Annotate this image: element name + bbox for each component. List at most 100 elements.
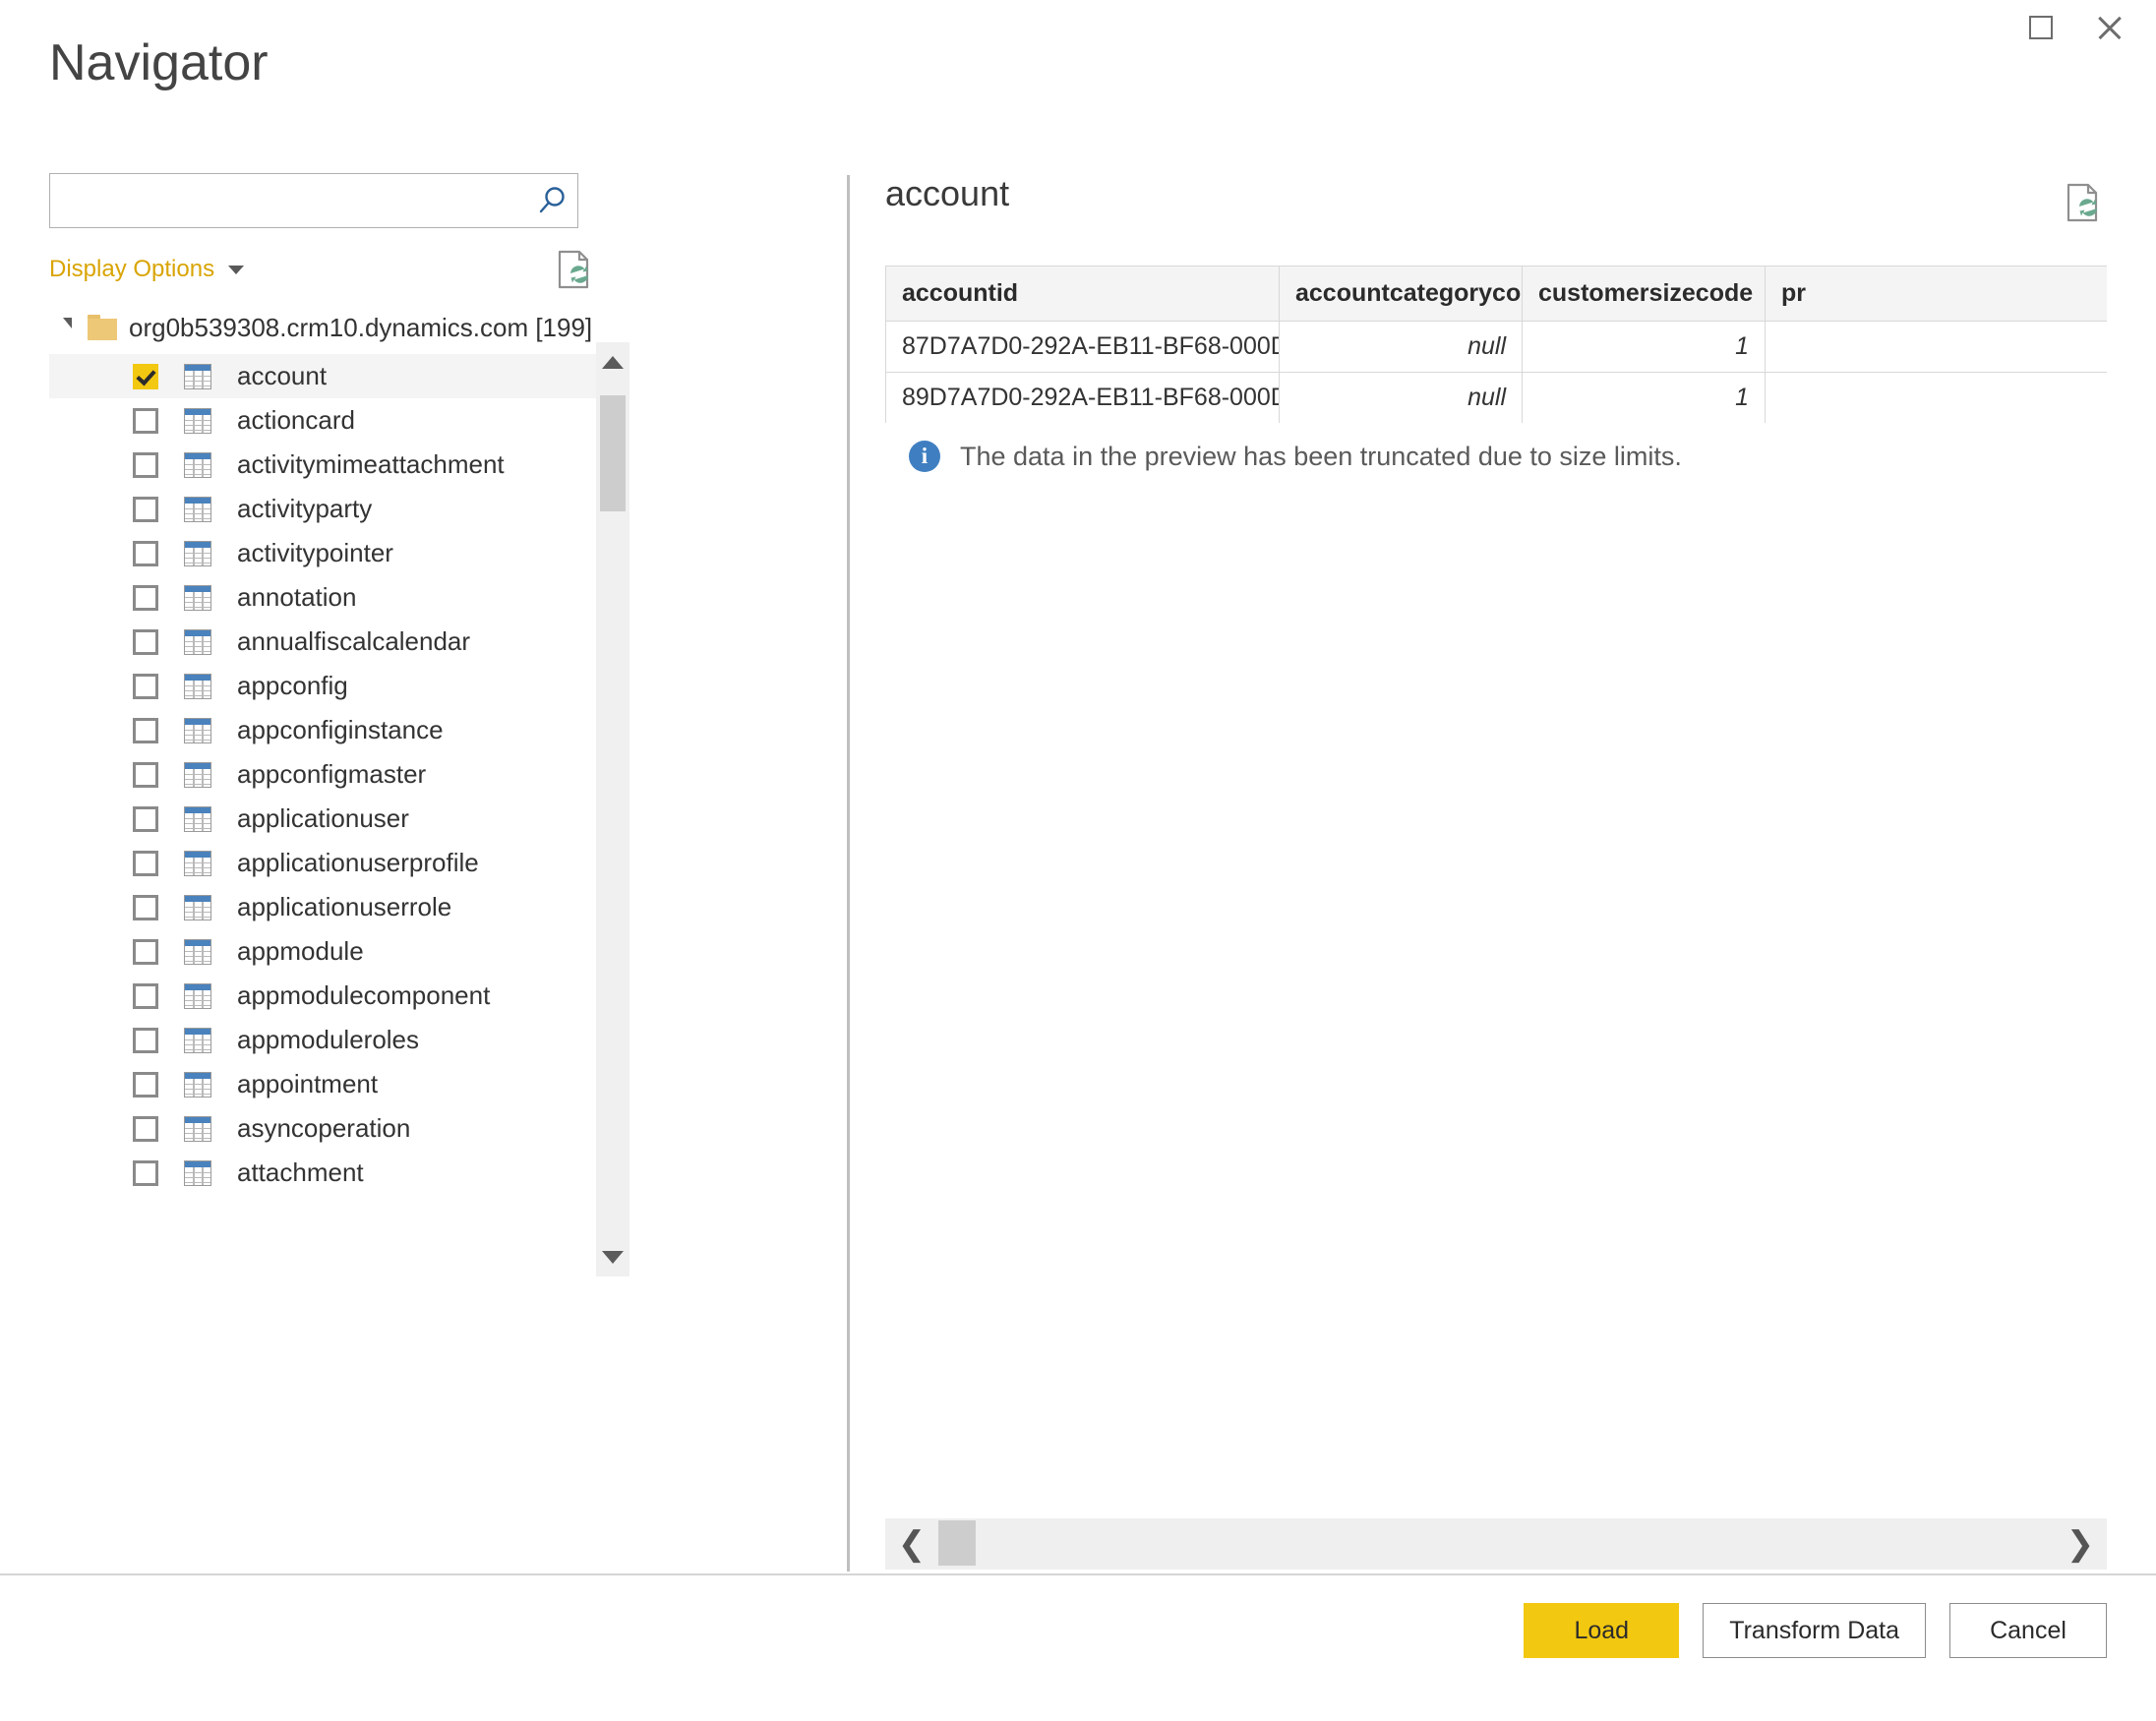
tree-item-label: activitymimeattachment [237,449,505,479]
preview-pane: account accountidaccountcategorycodecust… [885,173,2107,1570]
transform-data-button[interactable]: Transform Data [1703,1603,1926,1658]
table-cell: 1 [1522,372,1766,423]
table-body: 87D7A7D0-292A-EB11-BF68-000D3AFC74D7null… [885,321,2107,423]
search-input[interactable] [50,174,526,227]
cancel-button[interactable]: Cancel [1949,1603,2107,1658]
tree-item-applicationuser[interactable]: applicationuser [49,797,600,841]
table-icon [184,938,211,965]
hscroll-track[interactable] [938,1518,2054,1570]
document-refresh-icon[interactable] [2060,179,2107,226]
column-header-accountid[interactable]: accountid [885,266,1280,322]
checkbox-applicationuser[interactable] [133,805,158,832]
tree-item-appconfig[interactable]: appconfig [49,664,600,708]
table-cell: 89D7A7D0-292A-EB11-BF68-000D3AFC74D7 [885,372,1280,423]
tree-item-label: applicationuser [237,803,409,833]
checkbox-appmoduleroles[interactable] [133,1027,158,1053]
table-header-row: accountidaccountcategorycodecustomersize… [885,266,2107,322]
scroll-up-button[interactable] [596,342,629,382]
expand-collapse-triangle-icon[interactable] [63,318,72,337]
column-header-accountcategorycode[interactable]: accountcategorycode [1279,266,1523,322]
table-cell: null [1279,321,1523,373]
tree-item-label: appmodulecomponent [237,980,491,1010]
search-icon[interactable] [526,174,577,227]
document-refresh-icon[interactable] [551,246,598,293]
tree-item-label: appmodule [237,936,364,966]
tree-item-annualfiscalcalendar[interactable]: annualfiscalcalendar [49,620,600,664]
table-icon [184,1027,211,1053]
table-icon [184,982,211,1009]
tree-item-appointment[interactable]: appointment [49,1062,600,1106]
restore-window-button[interactable] [2008,0,2073,55]
tree-item-annotation[interactable]: annotation [49,575,600,620]
checkbox-applicationuserprofile[interactable] [133,850,158,876]
table-row: 87D7A7D0-292A-EB11-BF68-000D3AFC74D7null… [885,321,2107,373]
table-row: 89D7A7D0-292A-EB11-BF68-000D3AFC74D7null… [885,372,2107,423]
tree-item-list: account actioncard activitymimeattachment a… [49,354,600,1195]
preview-horizontal-scrollbar[interactable]: ❮ ❯ [885,1518,2107,1570]
page-title: Navigator [49,34,269,91]
checkbox-account[interactable] [133,363,158,389]
tree-item-applicationuserprofile[interactable]: applicationuserprofile [49,841,600,885]
checkbox-actioncard[interactable] [133,407,158,434]
tree-item-appmodulecomponent[interactable]: appmodulecomponent [49,974,600,1018]
checkbox-attachment[interactable] [133,1159,158,1186]
table-icon [184,717,211,743]
info-message: The data in the preview has been truncat… [960,441,1682,471]
checkbox-appconfiginstance[interactable] [133,717,158,743]
tree-item-appconfigmaster[interactable]: appconfigmaster [49,752,600,797]
chevron-down-icon [602,1250,624,1264]
checkbox-applicationuserrole[interactable] [133,894,158,920]
table-icon [184,363,211,389]
checkbox-annualfiscalcalendar[interactable] [133,628,158,655]
checkbox-appconfigmaster[interactable] [133,761,158,788]
column-header-pr[interactable]: pr [1765,266,2107,322]
tree-root-node[interactable]: org0b539308.crm10.dynamics.com [199] [49,301,600,354]
checkbox-appointment[interactable] [133,1071,158,1098]
tree-item-actioncard[interactable]: actioncard [49,398,600,443]
checkbox-activitypointer[interactable] [133,540,158,566]
tree-item-label: activityparty [237,494,373,523]
chevron-up-icon [602,355,624,369]
scroll-right-button[interactable]: ❯ [2054,1518,2107,1570]
scroll-down-button[interactable] [596,1237,629,1276]
pane-divider [847,175,850,1572]
tree-item-label: appconfiginstance [237,715,444,744]
tree-item-attachment[interactable]: attachment [49,1151,600,1195]
tree-item-appmodule[interactable]: appmodule [49,929,600,974]
table-cell [1765,321,2107,373]
tree-item-label: actioncard [237,405,355,435]
table-cell: null [1279,372,1523,423]
close-window-button[interactable] [2077,0,2142,55]
tree-item-label: annotation [237,582,357,612]
hscroll-thumb[interactable] [938,1520,976,1566]
checkbox-appmodulecomponent[interactable] [133,982,158,1009]
checkbox-appmodule[interactable] [133,938,158,965]
tree-item-asyncoperation[interactable]: asyncoperation [49,1106,600,1151]
tree-item-appmoduleroles[interactable]: appmoduleroles [49,1018,600,1062]
tree-item-label: appmoduleroles [237,1025,420,1054]
tree-item-label: applicationuserprofile [237,848,479,877]
table-icon [184,894,211,920]
tree-item-appconfiginstance[interactable]: appconfiginstance [49,708,600,752]
table-cell [1765,372,2107,423]
checkbox-appconfig[interactable] [133,673,158,699]
tree-item-account[interactable]: account [49,354,600,398]
display-options-button[interactable]: Display Options [49,256,245,283]
checkbox-activityparty[interactable] [133,496,158,522]
table-icon [184,1115,211,1142]
tree-item-applicationuserrole[interactable]: applicationuserrole [49,885,600,929]
table-icon [184,805,211,832]
scroll-left-button[interactable]: ❮ [885,1518,938,1570]
checkbox-annotation[interactable] [133,584,158,611]
tree-vertical-scrollbar[interactable] [596,342,629,1276]
tree-item-activityparty[interactable]: activityparty [49,487,600,531]
search-box[interactable] [49,173,578,228]
tree-item-activitymimeattachment[interactable]: activitymimeattachment [49,443,600,487]
load-button[interactable]: Load [1524,1603,1680,1658]
scrollbar-thumb[interactable] [600,395,626,511]
checkbox-activitymimeattachment[interactable] [133,451,158,478]
tree-item-label: appconfig [237,671,348,700]
checkbox-asyncoperation[interactable] [133,1115,158,1142]
tree-item-activitypointer[interactable]: activitypointer [49,531,600,575]
column-header-customersizecode[interactable]: customersizecode [1522,266,1766,322]
